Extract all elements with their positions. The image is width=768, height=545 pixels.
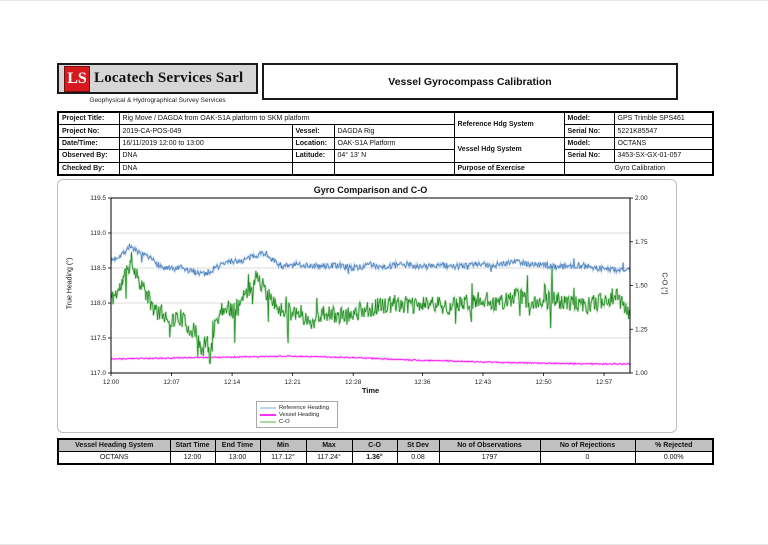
location-value: OAK-S1A Platform xyxy=(333,136,455,151)
svg-text:12:43: 12:43 xyxy=(475,379,492,386)
stats-header-cell: St Dev xyxy=(396,438,440,452)
svg-text:117.5: 117.5 xyxy=(90,335,106,342)
svg-text:1.50: 1.50 xyxy=(635,283,648,290)
stats-cell: 0.00% xyxy=(634,451,714,465)
legend-swatch-icon xyxy=(260,406,276,409)
stats-header-cell: Max xyxy=(305,438,353,452)
chart-legend: Reference Heading Vessel Heading C-O xyxy=(256,401,338,428)
left-axis-label: True Heading (°) xyxy=(66,257,74,310)
stats-cell: 12:00 xyxy=(169,451,216,465)
stats-cell: 13:00 xyxy=(214,451,261,465)
svg-text:1.00: 1.00 xyxy=(635,370,648,377)
svg-text:118.0: 118.0 xyxy=(90,300,106,307)
legend-swatch-icon xyxy=(260,413,276,416)
purpose-value: Gyro Calibration xyxy=(563,161,714,176)
vessel-value: DAGDA Rig xyxy=(333,124,455,138)
chart-plot-area: 117.0 117.5 118.0 118.5 119.0 119.5 1.00 1.25 1.… xyxy=(90,195,648,386)
project-no-value: 2019-CA-POS-049 xyxy=(118,124,293,138)
legend-item: Reference Heading xyxy=(260,404,334,411)
company-name: Locatech Services Sarl xyxy=(94,70,244,86)
svg-text:12:57: 12:57 xyxy=(596,379,613,386)
ref-serial-value: 5221K85547 xyxy=(613,124,714,138)
stats-cell: 1797 xyxy=(438,451,541,465)
chart-title: Gyro Comparison and C-O xyxy=(313,185,428,195)
x-axis-label: Time xyxy=(361,386,380,395)
ref-model-label: Model: xyxy=(563,111,615,126)
svg-text:119.0: 119.0 xyxy=(90,230,106,237)
stats-header-cell: Start Time xyxy=(169,438,216,452)
checked-by-label: Checked By: xyxy=(57,161,120,176)
svg-text:12:00: 12:00 xyxy=(103,379,120,386)
stats-cell: 0.08 xyxy=(396,451,440,465)
stats-cell: 1.36° xyxy=(351,451,398,465)
vessel-serial-label: Serial No: xyxy=(563,149,615,163)
stats-header-cell: End Time xyxy=(214,438,261,452)
stats-cell: 117.24° xyxy=(305,451,353,465)
document-title-box: Vessel Gyrocompass Calibration xyxy=(262,63,678,100)
logo-ls-icon: LS xyxy=(64,65,90,92)
svg-text:12:21: 12:21 xyxy=(285,379,302,386)
ref-serial-label: Serial No: xyxy=(563,124,615,138)
stats-cell: 0 xyxy=(539,451,636,465)
vessel-hdg-system-label: Vessel Hdg System xyxy=(453,136,565,163)
report-page: LS Locatech Services Sarl Geophysical & … xyxy=(0,0,768,545)
stats-header-cell: No of Rejections xyxy=(539,438,636,452)
empty-cell xyxy=(291,161,335,176)
svg-text:1.25: 1.25 xyxy=(635,326,648,333)
project-title-value: Rig Move / DAGDA from OAK-S1A platform t… xyxy=(118,111,455,126)
stats-header-cell: No of Observations xyxy=(438,438,541,452)
svg-text:1.75: 1.75 xyxy=(635,239,648,246)
latitude-value: 04° 13' N xyxy=(333,149,455,163)
purpose-label: Purpose of Exercise xyxy=(453,161,565,176)
checked-by-value: DNA xyxy=(118,161,293,176)
svg-text:2.00: 2.00 xyxy=(635,195,648,202)
right-axis-label: C-O (°) xyxy=(660,272,668,295)
vessel-serial-value: 3453-SX-GX-01-057 xyxy=(613,149,714,163)
stats-cell: OCTANS xyxy=(57,451,171,465)
company-logo: LS Locatech Services Sarl xyxy=(57,63,258,94)
legend-label: Vessel Heading xyxy=(279,411,320,418)
calibration-stats-table: Vessel Heading System Start Time End Time M… xyxy=(57,438,714,465)
svg-text:12:28: 12:28 xyxy=(345,379,362,386)
stats-header-cell: % Rejected xyxy=(634,438,714,452)
stats-cell: 117.12° xyxy=(259,451,307,465)
vessel-model-value: OCTANS xyxy=(613,136,714,151)
stats-header-cell: C-O xyxy=(351,438,398,452)
legend-item: Vessel Heading xyxy=(260,411,334,418)
latitude-label: Latitude: xyxy=(291,149,335,163)
svg-text:12:14: 12:14 xyxy=(224,379,241,386)
legend-label: Reference Heading xyxy=(279,404,329,411)
ref-hdg-system-label: Reference Hdg System xyxy=(453,111,565,138)
legend-swatch-icon xyxy=(260,420,276,423)
svg-text:12:50: 12:50 xyxy=(535,379,552,386)
empty-cell xyxy=(333,161,455,176)
svg-text:12:36: 12:36 xyxy=(414,379,431,386)
project-title-label: Project Title: xyxy=(57,111,120,126)
legend-label: C-O xyxy=(279,418,290,425)
svg-text:12:07: 12:07 xyxy=(163,379,180,386)
vessel-model-label: Model: xyxy=(563,136,615,151)
svg-text:117.0: 117.0 xyxy=(90,370,106,377)
legend-item: C-O xyxy=(260,418,334,425)
observed-by-label: Observed By: xyxy=(57,149,120,163)
ref-model-value: GPS Trimble SPS461 xyxy=(613,111,714,126)
document-title: Vessel Gyrocompass Calibration xyxy=(388,75,552,88)
project-no-label: Project No: xyxy=(57,124,120,138)
stats-header-cell: Min xyxy=(259,438,307,452)
date-time-value: 16/11/2019 12:00 to 13:00 xyxy=(118,136,293,151)
location-label: Location: xyxy=(291,136,335,151)
svg-text:119.5: 119.5 xyxy=(90,195,106,202)
gyro-comparison-chart: 117.0 117.5 118.0 118.5 119.0 119.5 1.00 1.25 1.… xyxy=(57,179,677,433)
company-tagline: Geophysical & Hydrographical Survey Serv… xyxy=(89,97,226,104)
svg-text:118.5: 118.5 xyxy=(90,265,106,272)
date-time-label: Date/Time: xyxy=(57,136,120,151)
project-info-table: Project Title: Rig Move / DAGDA from OAK… xyxy=(57,111,715,176)
vessel-label: Vessel: xyxy=(291,124,335,138)
observed-by-value: DNA xyxy=(118,149,293,163)
stats-row: OCTANS 12:00 13:00 117.12° 117.24° 1.36° 0.08 1… xyxy=(57,451,714,465)
stats-header-cell: Vessel Heading System xyxy=(57,438,171,452)
